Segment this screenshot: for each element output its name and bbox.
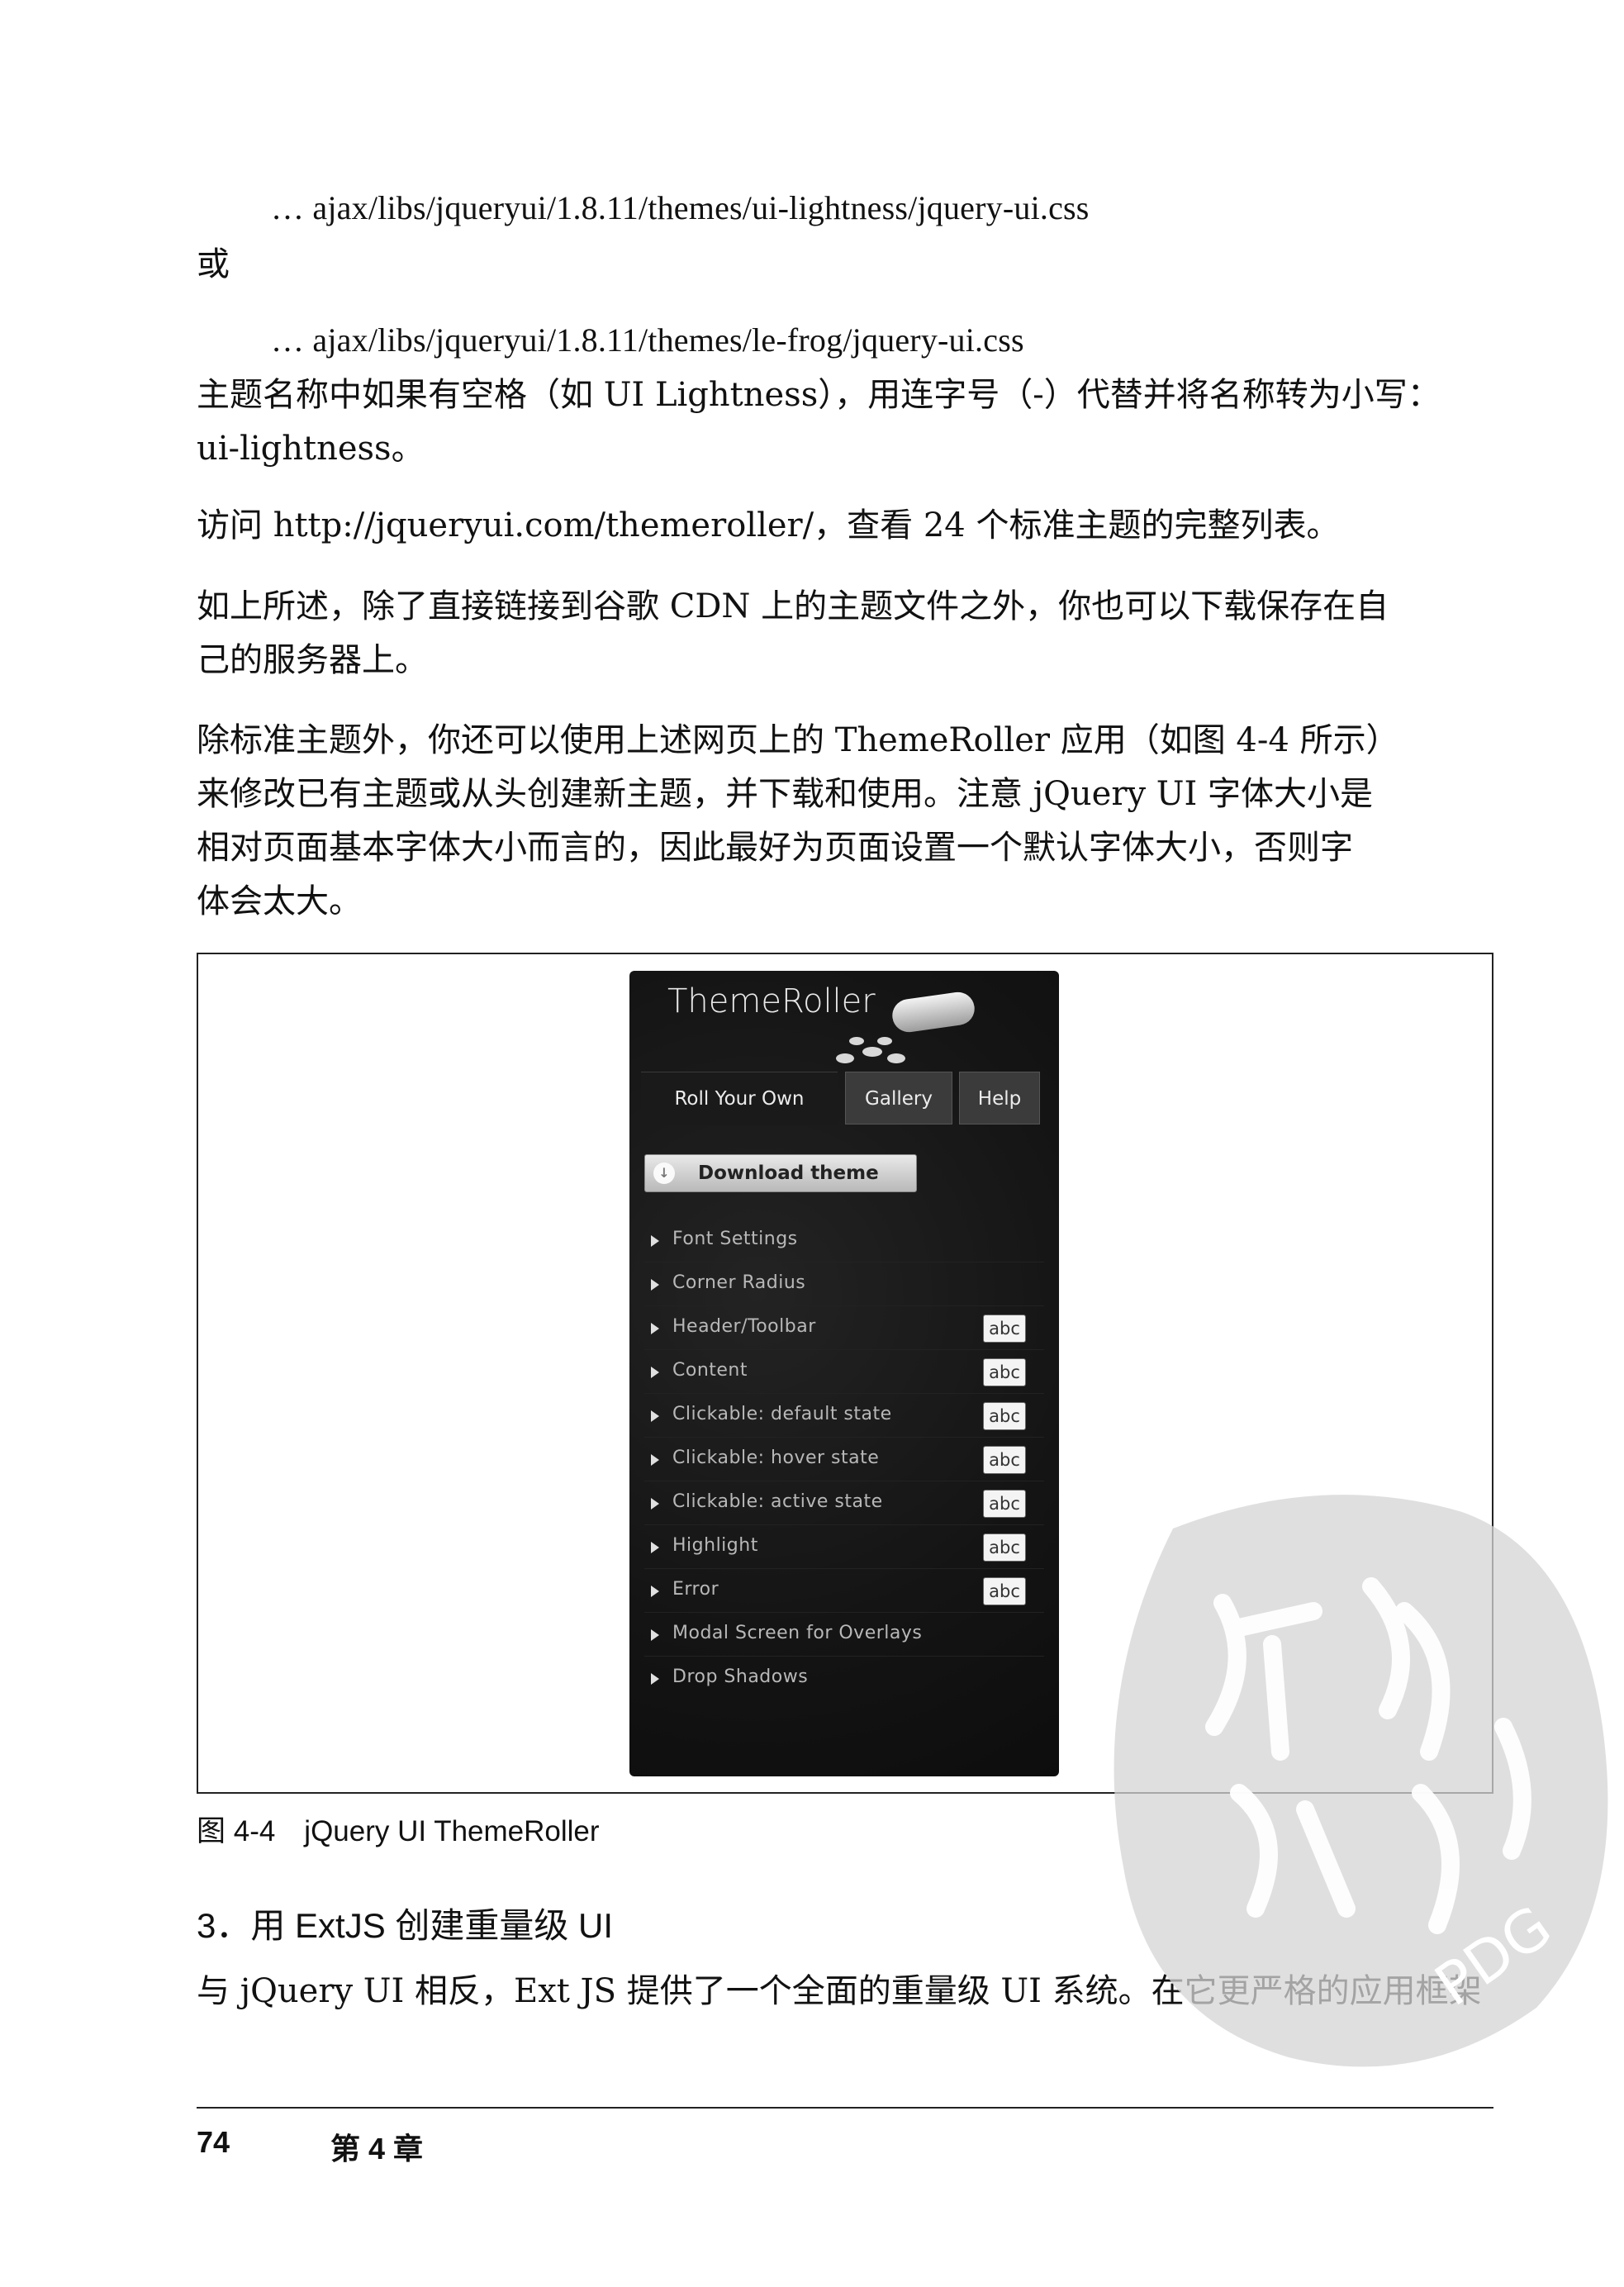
paragraph-cdn: 如上所述，除了直接链接到谷歌 CDN 上的主题文件之外，你也可以下载保存在自 己… bbox=[197, 580, 1389, 687]
paragraph-line: 除标准主题外，你还可以使用上述网页上的 ThemeRoller 应用（如图 4-… bbox=[197, 721, 1399, 759]
settings-row-label: Clickable: active state bbox=[672, 1491, 883, 1512]
footer-rule bbox=[197, 2107, 1493, 2109]
expand-triangle-icon bbox=[651, 1367, 659, 1378]
abc-swatch: abc bbox=[983, 1490, 1026, 1518]
settings-row-label: Clickable: default state bbox=[672, 1404, 892, 1424]
settings-row-label: Highlight bbox=[672, 1535, 758, 1556]
expand-triangle-icon bbox=[651, 1279, 659, 1291]
figure-caption: 图 4-4 jQuery UI ThemeRoller bbox=[197, 1815, 600, 1847]
code-line-ui-lightness: … ajax/libs/jqueryui/1.8.11/themes/ui-li… bbox=[271, 189, 1090, 226]
expand-triangle-icon bbox=[651, 1629, 659, 1641]
settings-row-highlight[interactable]: Highlight abc bbox=[644, 1527, 1044, 1569]
settings-row-label: Error bbox=[672, 1579, 719, 1600]
themeroller-panel: ThemeRoller Roll Your Own Gallery Help ↓… bbox=[629, 971, 1059, 1776]
settings-row-label: Header/Toolbar bbox=[672, 1316, 816, 1337]
abc-swatch: abc bbox=[983, 1446, 1026, 1474]
pdg-seal-watermark: PDG bbox=[1114, 1495, 1608, 2067]
paint-dot-icon bbox=[862, 1047, 882, 1057]
expand-triangle-icon bbox=[651, 1323, 659, 1334]
expand-triangle-icon bbox=[651, 1542, 659, 1553]
download-theme-button[interactable]: ↓ Download theme bbox=[644, 1154, 917, 1192]
settings-row-corner-radius[interactable]: Corner Radius bbox=[644, 1264, 1044, 1306]
settings-row-label: Clickable: hover state bbox=[672, 1448, 880, 1468]
paragraph-line: 访问 http://jqueryui.com/themeroller/，查看 2… bbox=[197, 506, 1340, 544]
themeroller-title: ThemeRoller bbox=[667, 982, 876, 1020]
settings-row-clickable-hover[interactable]: Clickable: hover state abc bbox=[644, 1439, 1044, 1481]
paragraph-line: 己的服务器上。 bbox=[197, 641, 428, 679]
code-line-le-frog: … ajax/libs/jqueryui/1.8.11/themes/le-fr… bbox=[271, 321, 1024, 359]
abc-swatch: abc bbox=[983, 1402, 1026, 1430]
settings-row-modal-screen[interactable]: Modal Screen for Overlays bbox=[644, 1614, 1044, 1657]
expand-triangle-icon bbox=[651, 1673, 659, 1685]
tab-roll-your-own[interactable]: Roll Your Own bbox=[641, 1072, 838, 1125]
settings-row-drop-shadows[interactable]: Drop Shadows bbox=[644, 1658, 1044, 1700]
abc-swatch: abc bbox=[983, 1358, 1026, 1386]
tab-gallery[interactable]: Gallery bbox=[845, 1072, 952, 1124]
settings-row-label: Content bbox=[672, 1360, 748, 1381]
section-heading: 3．用 ExtJS 创建重量级 UI bbox=[197, 1906, 614, 1945]
paint-roller-icon bbox=[890, 990, 977, 1034]
tab-help[interactable]: Help bbox=[959, 1072, 1040, 1124]
expand-triangle-icon bbox=[651, 1235, 659, 1247]
expand-triangle-icon bbox=[651, 1586, 659, 1597]
settings-row-label: Drop Shadows bbox=[672, 1667, 809, 1687]
paragraph-standard-themes: 除标准主题外，你还可以使用上述网页上的 ThemeRoller 应用（如图 4-… bbox=[197, 714, 1399, 929]
settings-row-label: Modal Screen for Overlays bbox=[672, 1623, 923, 1643]
expand-triangle-icon bbox=[651, 1454, 659, 1466]
settings-row-error[interactable]: Error abc bbox=[644, 1571, 1044, 1613]
paragraph-line: ui-lightness。 bbox=[197, 430, 425, 468]
paint-dot-icon bbox=[849, 1037, 864, 1045]
themeroller-tabs: Roll Your Own Gallery Help bbox=[641, 1072, 1046, 1129]
paragraph-line: 主题名称中如果有空格（如 UI Lightness），用连字号（-）代替并将名称… bbox=[197, 376, 1441, 414]
settings-row-label: Font Settings bbox=[672, 1229, 798, 1249]
settings-row-header-toolbar[interactable]: Header/Toolbar abc bbox=[644, 1308, 1044, 1350]
download-arrow-icon: ↓ bbox=[653, 1163, 675, 1184]
paragraph-line: 如上所述，除了直接链接到谷歌 CDN 上的主题文件之外，你也可以下载保存在自 bbox=[197, 587, 1389, 625]
abc-swatch: abc bbox=[983, 1533, 1026, 1562]
paragraph-line: 相对页面基本字体大小而言的，因此最好为页面设置一个默认字体大小，否则字 bbox=[197, 829, 1353, 867]
paint-dot-icon bbox=[887, 1053, 905, 1063]
settings-row-clickable-default[interactable]: Clickable: default state abc bbox=[644, 1395, 1044, 1438]
paragraph-line: 体会太大。 bbox=[197, 882, 362, 920]
settings-row-font[interactable]: Font Settings bbox=[644, 1220, 1044, 1262]
chapter-label: 第 4 章 bbox=[330, 2132, 424, 2166]
expand-triangle-icon bbox=[651, 1410, 659, 1422]
paragraph-line: 来修改已有主题或从头创建新主题，并下载和使用。注意 jQuery UI 字体大小… bbox=[197, 775, 1374, 813]
abc-swatch: abc bbox=[983, 1315, 1026, 1343]
paint-dot-icon bbox=[836, 1053, 854, 1063]
settings-row-label: Corner Radius bbox=[672, 1272, 806, 1293]
paragraph-theme-name: 主题名称中如果有空格（如 UI Lightness），用连字号（-）代替并将名称… bbox=[197, 368, 1441, 476]
download-theme-label: Download theme bbox=[698, 1163, 879, 1184]
abc-swatch: abc bbox=[983, 1577, 1026, 1605]
paint-dot-icon bbox=[877, 1037, 892, 1045]
settings-row-content[interactable]: Content abc bbox=[644, 1352, 1044, 1394]
settings-row-clickable-active[interactable]: Clickable: active state abc bbox=[644, 1483, 1044, 1525]
paragraph-visit-themeroller: 访问 http://jqueryui.com/themeroller/，查看 2… bbox=[197, 499, 1339, 553]
page-number: 74 bbox=[197, 2125, 230, 2159]
expand-triangle-icon bbox=[651, 1498, 659, 1510]
or-word: 或 bbox=[197, 245, 230, 283]
